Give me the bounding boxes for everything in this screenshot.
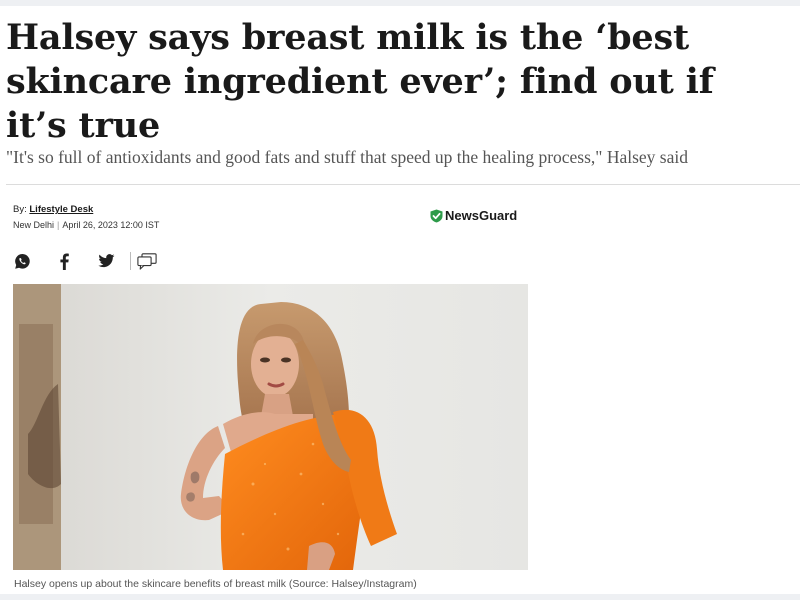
facebook-icon [60,253,69,270]
share-bar [12,251,179,271]
publish-date: April 26, 2023 12:00 IST [62,220,160,230]
facebook-share-button[interactable] [54,251,74,271]
dateline: New Delhi | April 26, 2023 12:00 IST [13,220,159,230]
top-strip [0,0,800,6]
author-link[interactable]: Lifestyle Desk [29,204,93,215]
twitter-share-button[interactable] [96,251,116,271]
article-headline: Halsey says breast milk is the ‘best ski… [6,17,714,146]
whatsapp-icon [14,253,30,269]
header-divider [6,184,800,185]
byline: By: Lifestyle Desk [13,204,93,215]
article-subheadline: "It's so full of antioxidants and good f… [6,147,688,167]
image-caption: Halsey opens up about the skincare benef… [14,578,417,590]
location: New Delhi [13,220,55,230]
article-hero-image [13,284,528,570]
newsguard-label: NewsGuard [445,208,518,223]
hero-photo [13,284,528,570]
bottom-strip [0,594,800,600]
dateline-separator: | [57,220,60,230]
whatsapp-share-button[interactable] [12,251,32,271]
comment-icon [137,252,157,270]
newsguard-badge[interactable]: NewsGuard [430,208,517,223]
comment-button[interactable] [137,251,157,271]
shield-check-icon [430,209,443,222]
twitter-icon [97,254,114,268]
byline-prefix: By: [13,204,27,215]
share-divider [130,252,131,270]
